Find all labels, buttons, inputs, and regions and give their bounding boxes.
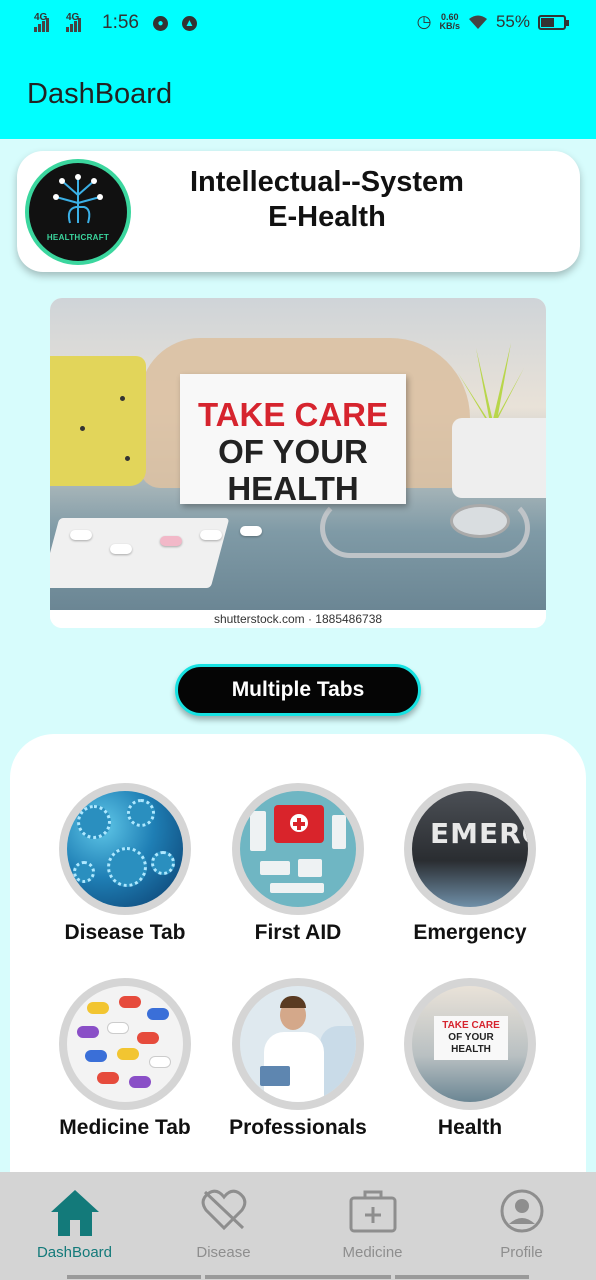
nav-label: DashBoard bbox=[36, 1244, 113, 1261]
patient-shape bbox=[320, 1026, 356, 1102]
pill bbox=[110, 544, 132, 554]
image-watermark: shutterstock.com · 1885486738 bbox=[50, 610, 546, 628]
battery-percent: 55% bbox=[495, 12, 530, 31]
medical-bag-icon bbox=[349, 1190, 396, 1233]
tile-disease[interactable]: Disease Tab bbox=[55, 783, 195, 945]
health-banner-image: TAKE CARE OF YOUR HEALTH shutterstock.co… bbox=[50, 298, 546, 628]
battery-icon bbox=[538, 14, 569, 30]
tabs-grid: Disease Tab First AID EMERGE Emergency bbox=[10, 734, 586, 1184]
pill bbox=[240, 526, 262, 536]
tile-label: First AID bbox=[254, 921, 342, 944]
nav-dashboard[interactable]: DashBoard bbox=[0, 1172, 149, 1272]
signal-icon: 4G bbox=[34, 12, 60, 32]
header-card: HEALTHCRAFT Intellectual--System E-Healt… bbox=[17, 151, 580, 272]
banner-photo: TAKE CARE OF YOUR HEALTH bbox=[50, 298, 546, 610]
home-icon bbox=[50, 1190, 99, 1236]
gesture-bar bbox=[205, 1275, 391, 1279]
tile-label: Health bbox=[437, 1116, 503, 1139]
clipboard bbox=[260, 1066, 290, 1086]
tile-label: Emergency bbox=[413, 921, 527, 944]
user-icon bbox=[500, 1189, 543, 1233]
gesture-bar bbox=[395, 1275, 529, 1279]
nav-medicine[interactable]: Medicine bbox=[298, 1172, 447, 1272]
alarm-icon: ◷ bbox=[416, 12, 432, 31]
tile-medicine[interactable]: Medicine Tab bbox=[55, 978, 195, 1140]
healthcraft-logo: HEALTHCRAFT bbox=[25, 159, 131, 265]
status-bar: 4G 4G 1:56 ● ▲ ◷ 0.60 KB/s 55% bbox=[0, 0, 596, 46]
mug-shape bbox=[50, 356, 146, 486]
nav-profile[interactable]: Profile bbox=[447, 1172, 596, 1272]
doctor-image bbox=[240, 986, 356, 1102]
gesture-bar bbox=[67, 1275, 201, 1279]
doctor-hair bbox=[280, 996, 306, 1008]
pill bbox=[70, 530, 92, 540]
emergency-sign-image: EMERGE bbox=[412, 791, 528, 907]
status-time: 1:56 bbox=[102, 12, 139, 33]
signal-icon-2: 4G bbox=[66, 12, 92, 32]
app-bar: 4G 4G 1:56 ● ▲ ◷ 0.60 KB/s 55% DashBoard bbox=[0, 0, 596, 139]
tile-professionals[interactable]: Professionals bbox=[228, 978, 368, 1140]
tile-first-aid[interactable]: First AID bbox=[228, 783, 368, 945]
wifi-icon bbox=[468, 15, 487, 29]
cross-icon bbox=[293, 818, 305, 830]
nav-label: Profile bbox=[500, 1244, 543, 1261]
nav-disease[interactable]: Disease bbox=[149, 1172, 298, 1272]
app-heading-line1: Intellectual--System bbox=[190, 166, 464, 198]
tile-emergency[interactable]: EMERGE Emergency bbox=[400, 783, 540, 945]
tile-label: Professionals bbox=[229, 1116, 367, 1139]
app-heading-line2: E-Health bbox=[268, 201, 386, 233]
plant-icon bbox=[458, 343, 524, 428]
first-aid-kit-image bbox=[240, 791, 356, 907]
nav-label: Medicine bbox=[342, 1244, 403, 1261]
plant-pot bbox=[452, 418, 546, 498]
pill bbox=[160, 536, 182, 546]
logo-text: HEALTHCRAFT bbox=[46, 233, 110, 242]
tile-label: Disease Tab bbox=[64, 921, 186, 944]
page-title: DashBoard bbox=[27, 78, 173, 110]
hand-circuit-icon bbox=[53, 174, 103, 224]
pill-pack bbox=[50, 518, 230, 588]
tile-health[interactable]: TAKE CARE OF YOUR HEALTH Health bbox=[400, 978, 540, 1140]
app-heading: Intellectual--System E-Health bbox=[157, 165, 497, 235]
multiple-tabs-button[interactable]: Multiple Tabs bbox=[175, 664, 421, 716]
take-care-health-image: TAKE CARE OF YOUR HEALTH bbox=[412, 986, 528, 1102]
stethoscope-head bbox=[450, 504, 510, 538]
network-speed: 0.60 KB/s bbox=[439, 12, 460, 31]
pill bbox=[200, 530, 222, 540]
nav-label: Disease bbox=[196, 1244, 251, 1261]
pills-image bbox=[67, 986, 183, 1102]
take-care-sign: TAKE CARE OF YOUR HEALTH bbox=[180, 374, 406, 507]
broken-heart-icon bbox=[201, 1189, 246, 1231]
tile-label: Medicine Tab bbox=[59, 1116, 191, 1139]
app-notification-icon: ▲ bbox=[181, 15, 197, 31]
bottom-navigation: DashBoard Disease Medicine Profile bbox=[0, 1172, 596, 1280]
virus-image bbox=[67, 791, 183, 907]
snapchat-icon: ● bbox=[152, 15, 168, 31]
